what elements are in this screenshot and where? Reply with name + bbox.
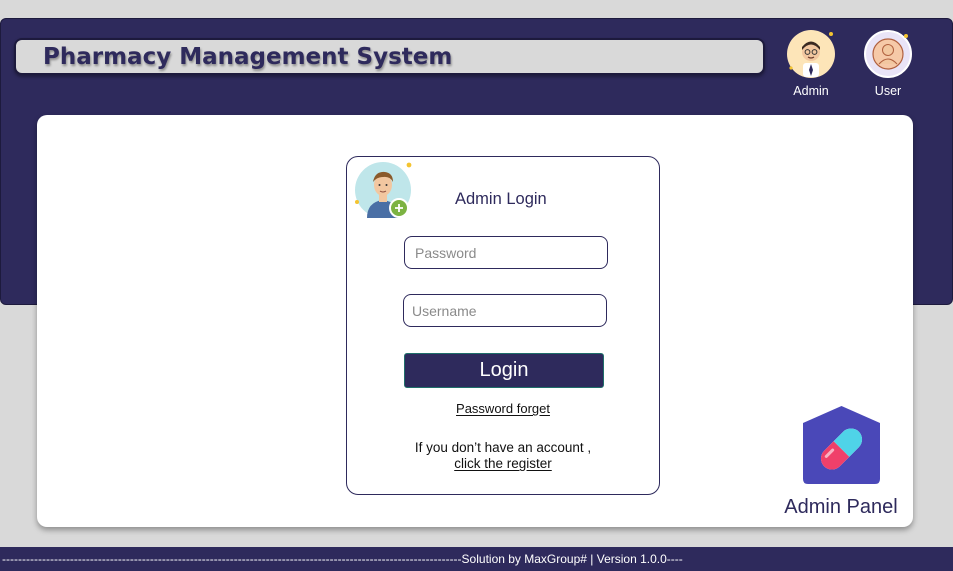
footer-text: ----------------------------------------… — [2, 552, 683, 566]
role-admin-button[interactable]: Admin — [781, 30, 841, 98]
role-admin-label: Admin — [793, 84, 829, 98]
role-user-label: User — [874, 84, 902, 98]
role-user-button[interactable]: User — [858, 30, 918, 98]
login-button[interactable]: Login — [404, 353, 604, 388]
admin-login-avatar-icon — [355, 160, 415, 220]
register-prompt-text: If you don’t have an account , — [414, 440, 592, 455]
register-link[interactable]: click the register — [454, 456, 552, 471]
username-input[interactable] — [403, 294, 607, 327]
admin-avatar-icon — [787, 30, 835, 78]
user-avatar-icon — [864, 30, 912, 78]
password-forget-link[interactable]: Password forget — [456, 401, 550, 416]
register-prompt: If you don’t have an account , click the… — [347, 440, 659, 472]
login-title: Admin Login — [455, 190, 547, 208]
password-forget-row: Password forget — [347, 401, 659, 416]
app-title-bar: Pharmacy Management System — [14, 38, 765, 75]
login-card: Admin Login Login Password forget If you… — [346, 156, 660, 495]
app-title: Pharmacy Management System — [43, 43, 453, 70]
password-input[interactable] — [404, 236, 608, 269]
pill-capsule-icon — [802, 405, 881, 485]
footer: ----------------------------------------… — [0, 547, 953, 571]
admin-panel-label: Admin Panel — [784, 496, 898, 518]
